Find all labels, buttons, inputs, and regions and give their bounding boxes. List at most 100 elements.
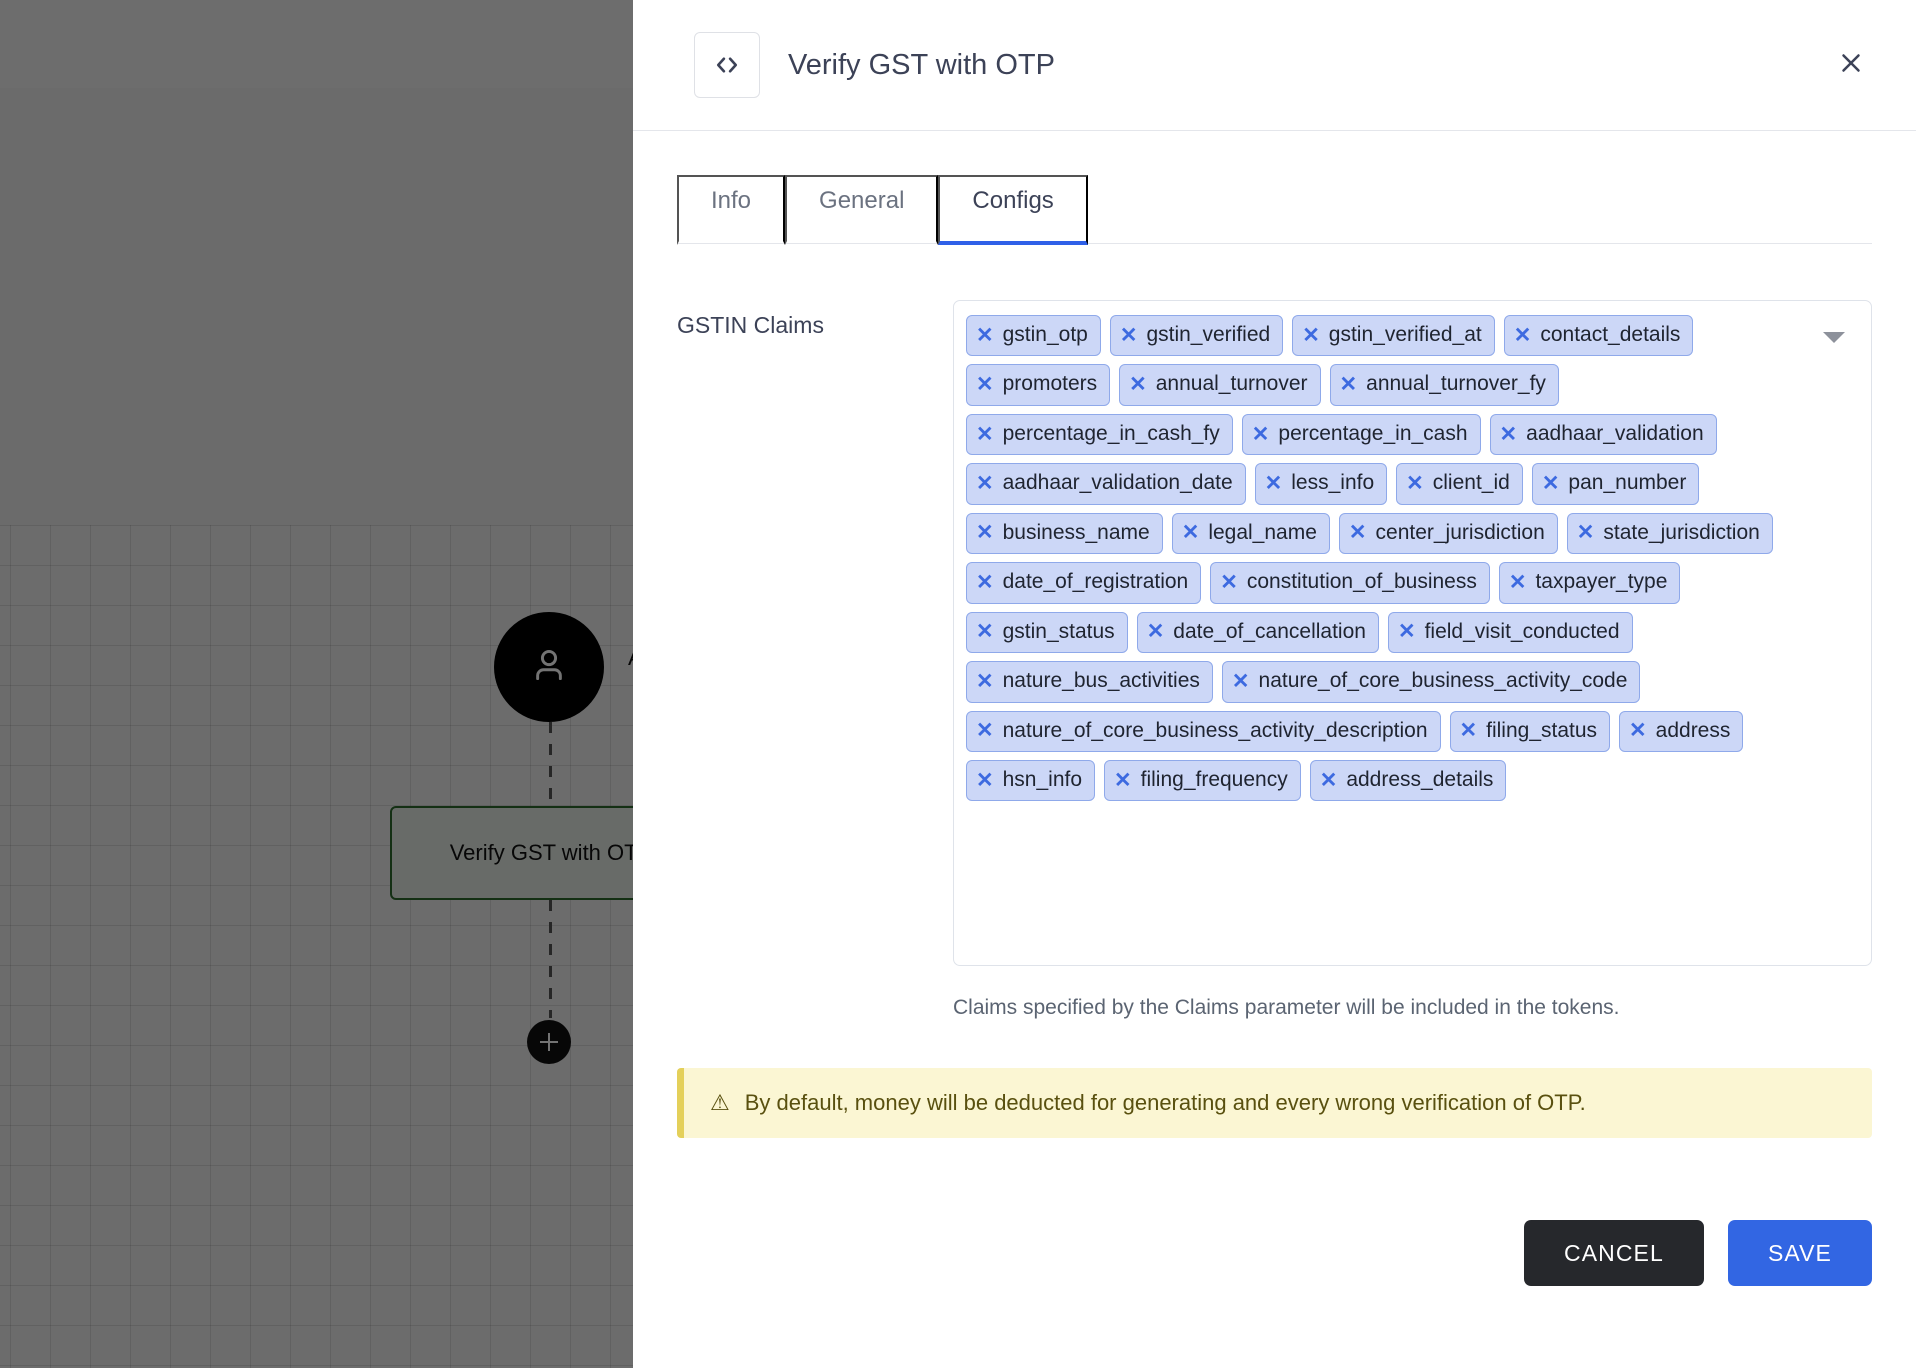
chip[interactable]: ✕ gstin_verified_at xyxy=(1292,315,1495,357)
close-small-icon[interactable]: ✕ xyxy=(1147,621,1165,642)
close-small-icon[interactable]: ✕ xyxy=(976,325,994,346)
chip-label: nature_bus_activities xyxy=(1002,669,1200,693)
close-small-icon[interactable]: ✕ xyxy=(976,374,994,395)
chip[interactable]: ✕ annual_turnover xyxy=(1119,364,1321,406)
close-small-icon[interactable]: ✕ xyxy=(976,522,994,543)
chip[interactable]: ✕ client_id xyxy=(1396,463,1523,505)
chevron-down-icon[interactable] xyxy=(1823,332,1845,343)
configs-panel: GSTIN Claims ✕ gstin_otp ✕ gstin_verified ✕ g… xyxy=(633,244,1916,1030)
close-small-icon[interactable]: ✕ xyxy=(1577,522,1595,543)
close-small-icon[interactable]: ✕ xyxy=(1509,572,1527,593)
chip[interactable]: ✕ hsn_info xyxy=(966,759,1096,802)
chip[interactable]: ✕ filing_frequency xyxy=(1104,759,1301,802)
app-root: After User Con Verify GST with OTP Verif… xyxy=(0,0,1916,1368)
chip-label: annual_turnover_fy xyxy=(1366,372,1546,396)
chip[interactable]: ✕ legal_name xyxy=(1171,512,1330,555)
close-small-icon[interactable]: ✕ xyxy=(1302,325,1320,346)
close-small-icon[interactable]: ✕ xyxy=(976,621,994,642)
tabs-container: Info General Configs xyxy=(633,131,1916,245)
gstin-claims-help-text: Claims specified by the Claims parameter… xyxy=(953,996,1620,1019)
close-button[interactable] xyxy=(1828,42,1874,88)
gstin-claims-label: GSTIN Claims xyxy=(677,312,824,338)
chip-label: address xyxy=(1655,718,1731,742)
close-small-icon[interactable]: ✕ xyxy=(976,671,994,692)
close-small-icon[interactable]: ✕ xyxy=(976,424,994,445)
chip-label: aadhaar_validation_date xyxy=(1002,471,1233,495)
close-small-icon[interactable]: ✕ xyxy=(1114,770,1132,791)
chip-label: constitution_of_business xyxy=(1246,570,1477,594)
close-small-icon[interactable]: ✕ xyxy=(1629,720,1647,741)
close-small-icon[interactable]: ✕ xyxy=(976,473,994,494)
close-small-icon[interactable]: ✕ xyxy=(1340,374,1358,395)
close-small-icon[interactable]: ✕ xyxy=(1232,671,1250,692)
chip[interactable]: ✕ date_of_registration xyxy=(966,562,1202,604)
chip[interactable]: ✕ business_name xyxy=(966,512,1163,555)
chip[interactable]: ✕ address_details xyxy=(1309,759,1507,802)
save-button[interactable]: SAVE xyxy=(1727,1220,1872,1286)
chip-label: filing_status xyxy=(1486,718,1598,742)
close-small-icon[interactable]: ✕ xyxy=(1460,720,1478,741)
tab-configs[interactable]: Configs xyxy=(938,175,1088,245)
chip[interactable]: ✕ less_info xyxy=(1254,463,1388,505)
close-small-icon[interactable]: ✕ xyxy=(1265,473,1283,494)
close-small-icon[interactable]: ✕ xyxy=(976,770,994,791)
chip[interactable]: ✕ nature_bus_activities xyxy=(966,661,1213,703)
chip-label: gstin_verified xyxy=(1146,323,1271,346)
close-small-icon[interactable]: ✕ xyxy=(1220,572,1238,593)
drawer-footer: CANCEL SAVE xyxy=(633,1138,1916,1368)
chip[interactable]: ✕ field_visit_conducted xyxy=(1387,611,1633,654)
close-small-icon[interactable]: ✕ xyxy=(1120,325,1138,346)
close-small-icon[interactable]: ✕ xyxy=(1129,374,1147,395)
tab-general[interactable]: General xyxy=(785,175,939,245)
chip[interactable]: ✕ constitution_of_business xyxy=(1210,562,1490,604)
close-small-icon[interactable]: ✕ xyxy=(1252,424,1270,445)
close-small-icon[interactable]: ✕ xyxy=(1182,522,1200,543)
chip[interactable]: ✕ center_jurisdiction xyxy=(1338,512,1558,555)
chip[interactable]: ✕ annual_turnover_fy xyxy=(1329,364,1559,406)
chip-label: percentage_in_cash xyxy=(1278,421,1468,445)
chip[interactable]: ✕ state_jurisdiction xyxy=(1566,512,1773,555)
chip[interactable]: ✕ aadhaar_validation xyxy=(1489,413,1717,456)
close-small-icon[interactable]: ✕ xyxy=(976,572,994,593)
close-small-icon[interactable]: ✕ xyxy=(1349,522,1367,543)
chip[interactable]: ✕ nature_of_core_business_activity_code xyxy=(1221,661,1641,703)
warning-banner: ⚠ By default, money will be deducted for… xyxy=(677,1068,1872,1138)
gstin-claims-multiselect[interactable]: ✕ gstin_otp ✕ gstin_verified ✕ gstin_verified… xyxy=(953,300,1872,966)
chip-label: gstin_verified_at xyxy=(1328,323,1482,346)
chip-label: nature_of_core_business_activity_code xyxy=(1258,669,1628,693)
close-small-icon[interactable]: ✕ xyxy=(1514,325,1532,346)
chip-label: contact_details xyxy=(1540,323,1681,346)
chip-label: address_details xyxy=(1346,767,1494,791)
chip[interactable]: ✕ promoters xyxy=(966,364,1111,406)
chip[interactable]: ✕ percentage_in_cash_fy xyxy=(966,413,1233,456)
chip[interactable]: ✕ percentage_in_cash xyxy=(1241,413,1481,456)
chip-label: center_jurisdiction xyxy=(1375,520,1545,544)
code-brackets-icon xyxy=(694,32,760,98)
chip[interactable]: ✕ aadhaar_validation_date xyxy=(966,463,1246,505)
chip[interactable]: ✕ contact_details xyxy=(1503,315,1694,357)
close-small-icon[interactable]: ✕ xyxy=(1500,424,1518,445)
close-small-icon[interactable]: ✕ xyxy=(1398,621,1416,642)
close-small-icon[interactable]: ✕ xyxy=(1542,473,1560,494)
chip[interactable]: ✕ gstin_status xyxy=(966,611,1128,654)
chip[interactable]: ✕ filing_status xyxy=(1449,710,1611,752)
tab-info[interactable]: Info xyxy=(677,175,786,245)
close-small-icon[interactable]: ✕ xyxy=(976,720,994,741)
chip-list: ✕ gstin_otp ✕ gstin_verified ✕ gstin_verified… xyxy=(966,315,1801,802)
chip[interactable]: ✕ address xyxy=(1619,710,1744,752)
chip[interactable]: ✕ date_of_cancellation xyxy=(1136,611,1379,654)
chip-label: date_of_registration xyxy=(1002,570,1189,594)
chip[interactable]: ✕ pan_number xyxy=(1531,463,1700,505)
chip-label: less_info xyxy=(1291,471,1375,495)
cancel-button[interactable]: CANCEL xyxy=(1523,1220,1704,1286)
chip[interactable]: ✕ gstin_otp xyxy=(966,315,1101,357)
chip-label: state_jurisdiction xyxy=(1603,520,1760,544)
chip[interactable]: ✕ nature_of_core_business_activity_descri… xyxy=(966,710,1441,752)
chip[interactable]: ✕ taxpayer_type xyxy=(1498,562,1681,604)
chip[interactable]: ✕ gstin_verified xyxy=(1109,315,1284,357)
chip-label: date_of_cancellation xyxy=(1173,619,1366,643)
close-small-icon[interactable]: ✕ xyxy=(1406,473,1424,494)
close-small-icon[interactable]: ✕ xyxy=(1320,770,1338,791)
page-title: Verify GST with OTP xyxy=(788,48,1055,81)
chip-label: business_name xyxy=(1002,520,1150,544)
